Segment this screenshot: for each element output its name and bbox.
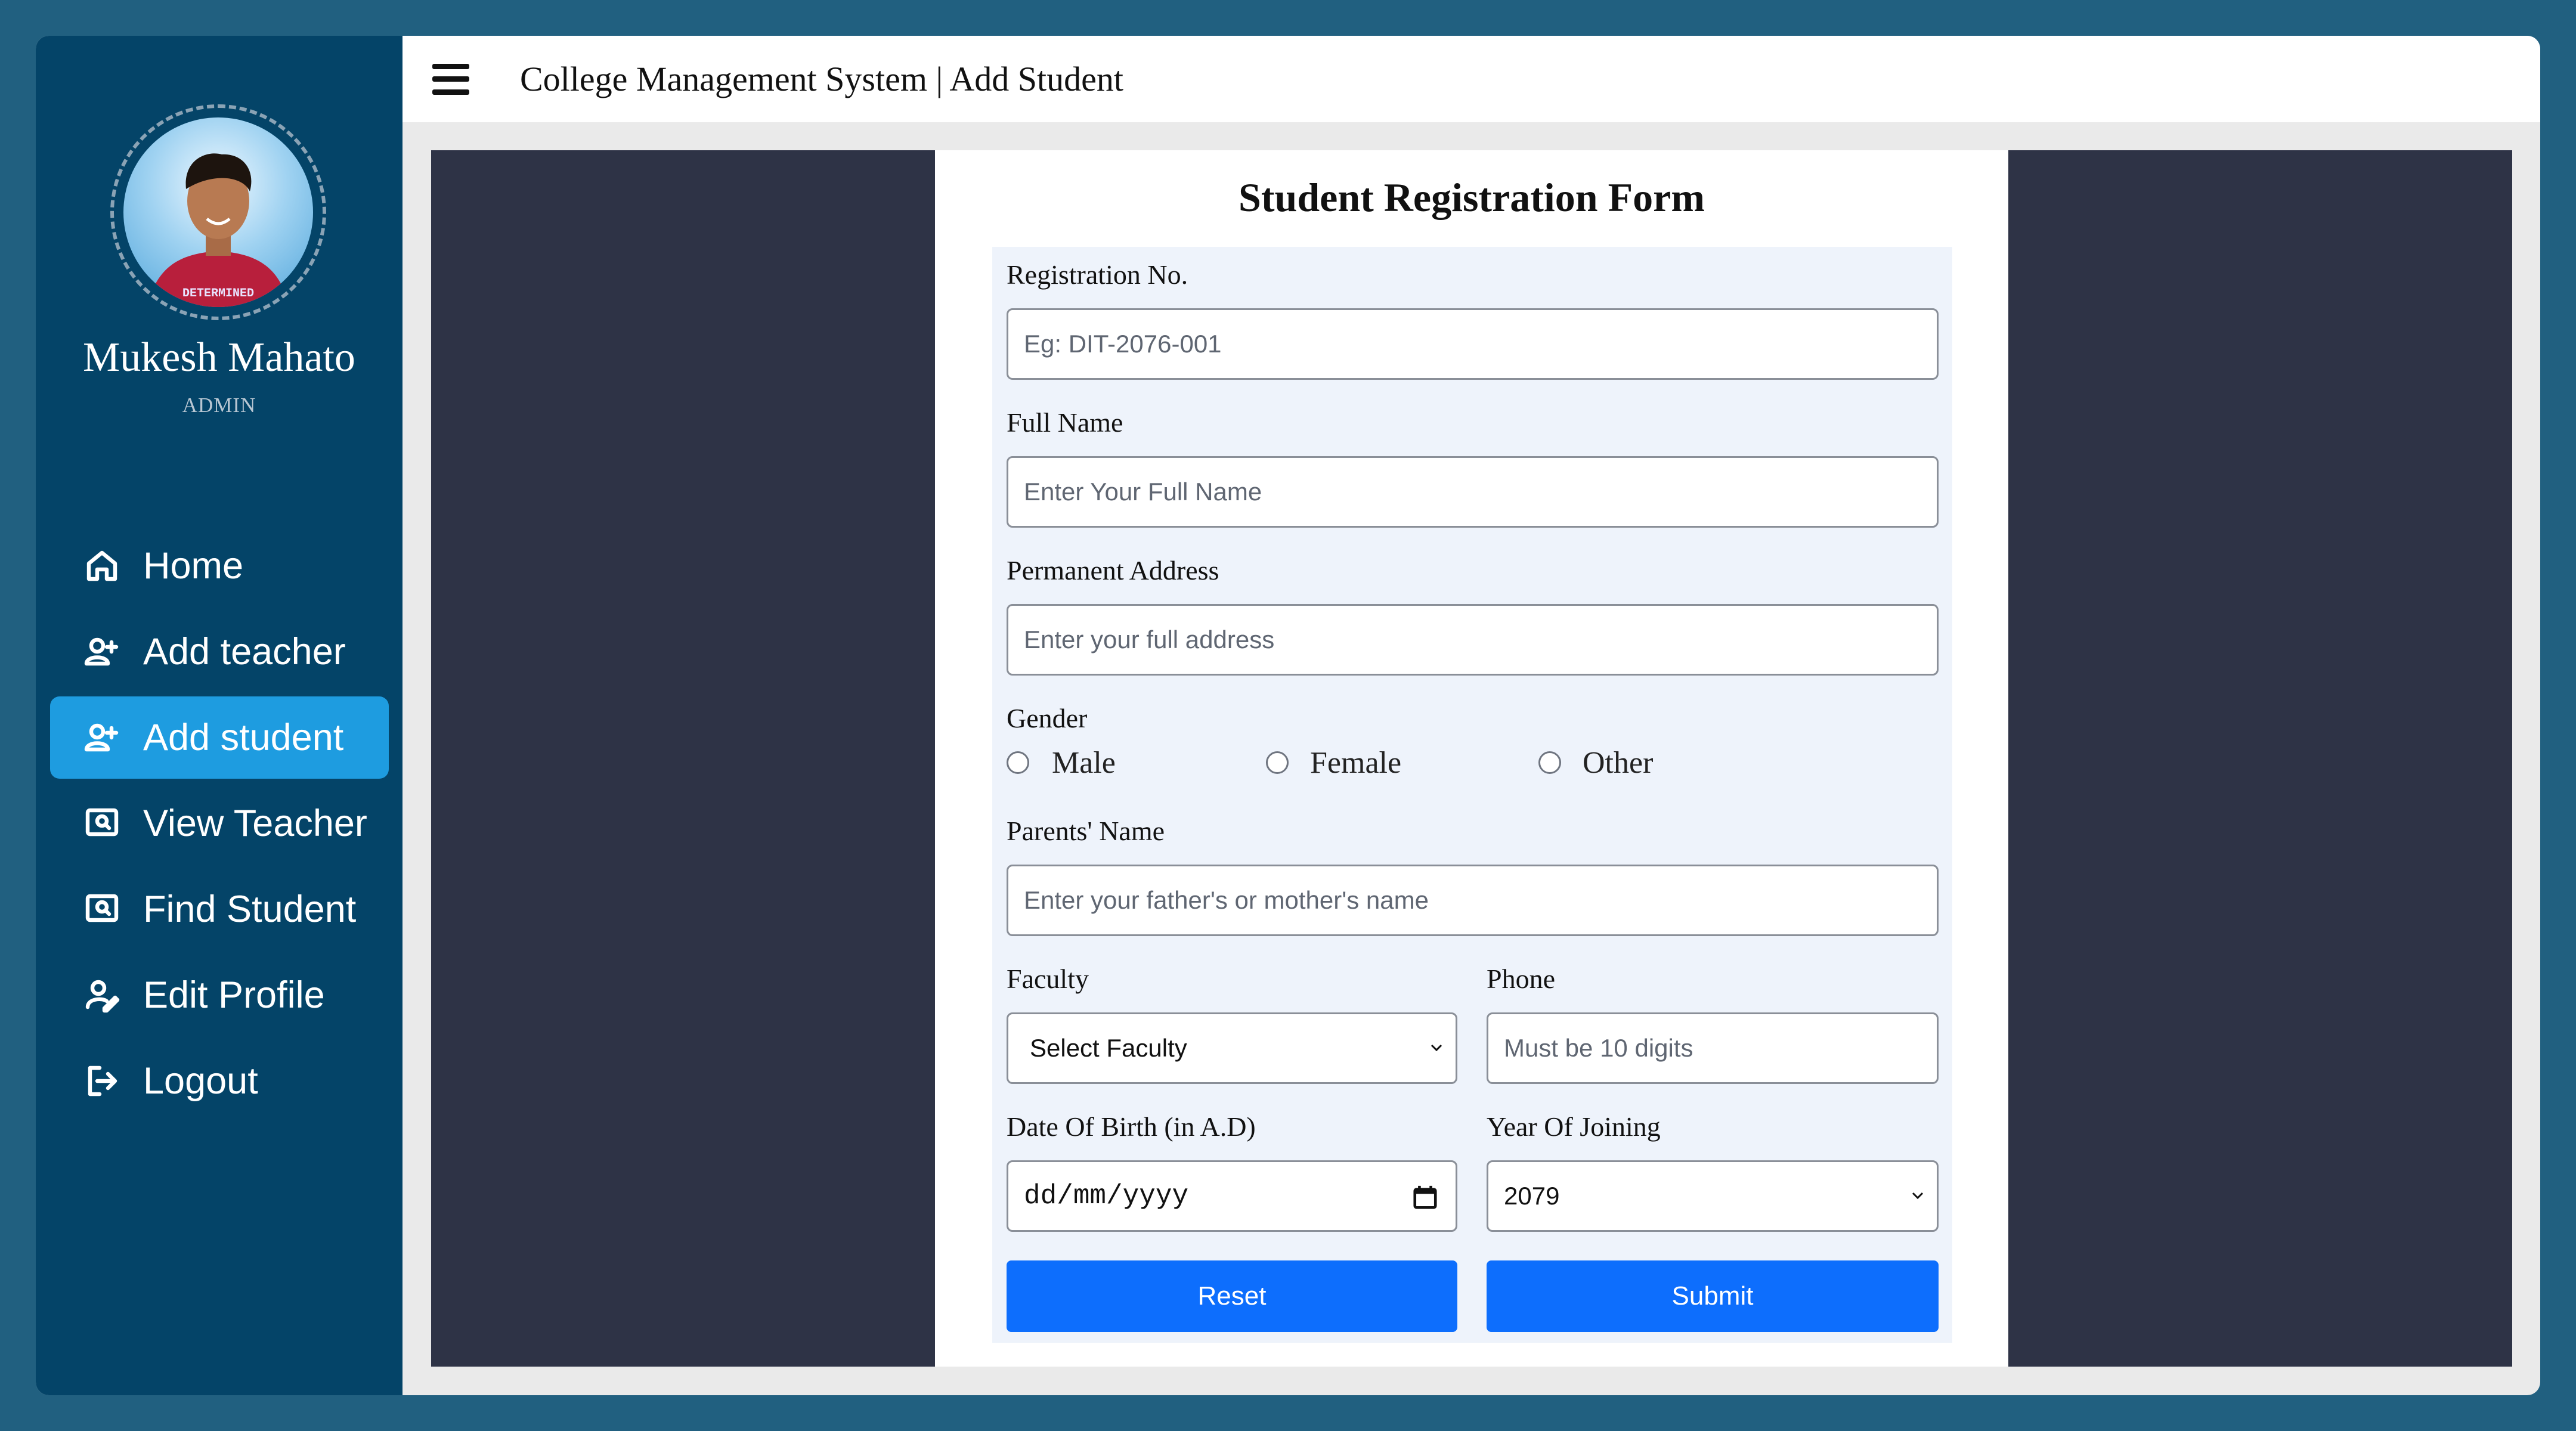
sidebar-item-label: View Teacher xyxy=(143,803,367,844)
sidebar-item-add-student[interactable]: Add student xyxy=(50,696,389,779)
gender-label: Gender xyxy=(1007,703,1088,733)
parents-input[interactable] xyxy=(1007,865,1939,936)
view-icon xyxy=(81,803,123,844)
user-role: ADMIN xyxy=(182,394,256,417)
top-bar: College Management System | Add Student xyxy=(402,36,2540,122)
year-joining-label: Year Of Joining xyxy=(1487,1111,1661,1142)
hamburger-menu-icon[interactable] xyxy=(432,63,469,95)
person-photo-icon: DETERMINED xyxy=(147,153,289,307)
sidebar-item-find-student[interactable]: Find Student xyxy=(50,868,389,950)
user-name: Mukesh Mahato xyxy=(83,334,355,380)
main-content: Student Registration Form Registration N… xyxy=(431,150,2512,1367)
registration-form: Registration No. Full Name Permanent Add… xyxy=(992,247,1952,1343)
svg-text:DETERMINED: DETERMINED xyxy=(182,287,254,301)
view-icon xyxy=(81,888,123,930)
sidebar-item-edit-profile[interactable]: Edit Profile xyxy=(50,954,389,1036)
sidebar: DETERMINED Mukesh Mahato ADMIN Home Add … xyxy=(36,36,402,1395)
faculty-select-value: Select Faculty xyxy=(1030,1034,1187,1062)
sidebar-item-home[interactable]: Home xyxy=(50,525,389,607)
submit-button[interactable]: Submit xyxy=(1487,1260,1939,1332)
avatar: DETERMINED xyxy=(110,104,326,320)
full-name-label: Full Name xyxy=(1007,407,1123,438)
gender-male-label: Male xyxy=(1052,746,1116,780)
parents-label: Parents' Name xyxy=(1007,816,1165,846)
sidebar-nav: Home Add teacher Add student View Teache… xyxy=(50,525,389,1126)
page-title: College Management System | Add Student xyxy=(520,60,1123,98)
sidebar-item-label: Find Student xyxy=(143,888,357,930)
address-input[interactable] xyxy=(1007,604,1939,676)
user-plus-icon xyxy=(81,631,123,673)
registration-card: Student Registration Form Registration N… xyxy=(935,150,2008,1367)
dob-date-input[interactable]: dd/mm/yyyy xyxy=(1007,1160,1457,1232)
chevron-down-icon xyxy=(1431,1044,1442,1052)
sidebar-item-view-teacher[interactable]: View Teacher xyxy=(50,782,389,865)
sidebar-item-label: Add student xyxy=(143,717,344,758)
gender-other-label: Other xyxy=(1583,746,1654,780)
gender-female-label: Female xyxy=(1310,746,1402,780)
dob-label: Date Of Birth (in A.D) xyxy=(1007,1111,1256,1142)
gender-female-radio[interactable] xyxy=(1266,751,1289,774)
calendar-icon[interactable] xyxy=(1411,1184,1439,1211)
year-joining-select[interactable]: 2079 xyxy=(1487,1160,1939,1232)
gender-male-radio[interactable] xyxy=(1007,751,1029,774)
address-label: Permanent Address xyxy=(1007,555,1219,586)
sidebar-item-label: Add teacher xyxy=(143,631,346,673)
registration-input[interactable] xyxy=(1007,308,1939,380)
edit-user-icon xyxy=(81,974,123,1016)
faculty-select[interactable]: Select Faculty xyxy=(1007,1012,1457,1084)
logout-icon xyxy=(81,1060,123,1102)
sidebar-item-add-teacher[interactable]: Add teacher xyxy=(50,611,389,693)
faculty-label: Faculty xyxy=(1007,964,1089,994)
registration-label: Registration No. xyxy=(1007,259,1188,290)
gender-other-radio[interactable] xyxy=(1538,751,1561,774)
chevron-down-icon xyxy=(1912,1192,1924,1200)
phone-label: Phone xyxy=(1487,964,1555,994)
form-title: Student Registration Form xyxy=(1239,175,1705,220)
user-plus-icon xyxy=(81,717,123,758)
sidebar-item-label: Edit Profile xyxy=(143,974,325,1016)
full-name-input[interactable] xyxy=(1007,456,1939,528)
phone-input[interactable] xyxy=(1487,1012,1939,1084)
app-window: DETERMINED Mukesh Mahato ADMIN Home Add … xyxy=(36,36,2540,1395)
sidebar-item-label: Logout xyxy=(143,1060,258,1102)
sidebar-item-logout[interactable]: Logout xyxy=(50,1040,389,1122)
home-icon xyxy=(81,545,123,587)
reset-button[interactable]: Reset xyxy=(1007,1260,1457,1332)
year-joining-value: 2079 xyxy=(1504,1182,1560,1210)
sidebar-item-label: Home xyxy=(143,545,244,587)
dob-value: dd/mm/yyyy xyxy=(1024,1181,1189,1212)
avatar-photo: DETERMINED xyxy=(123,117,313,307)
